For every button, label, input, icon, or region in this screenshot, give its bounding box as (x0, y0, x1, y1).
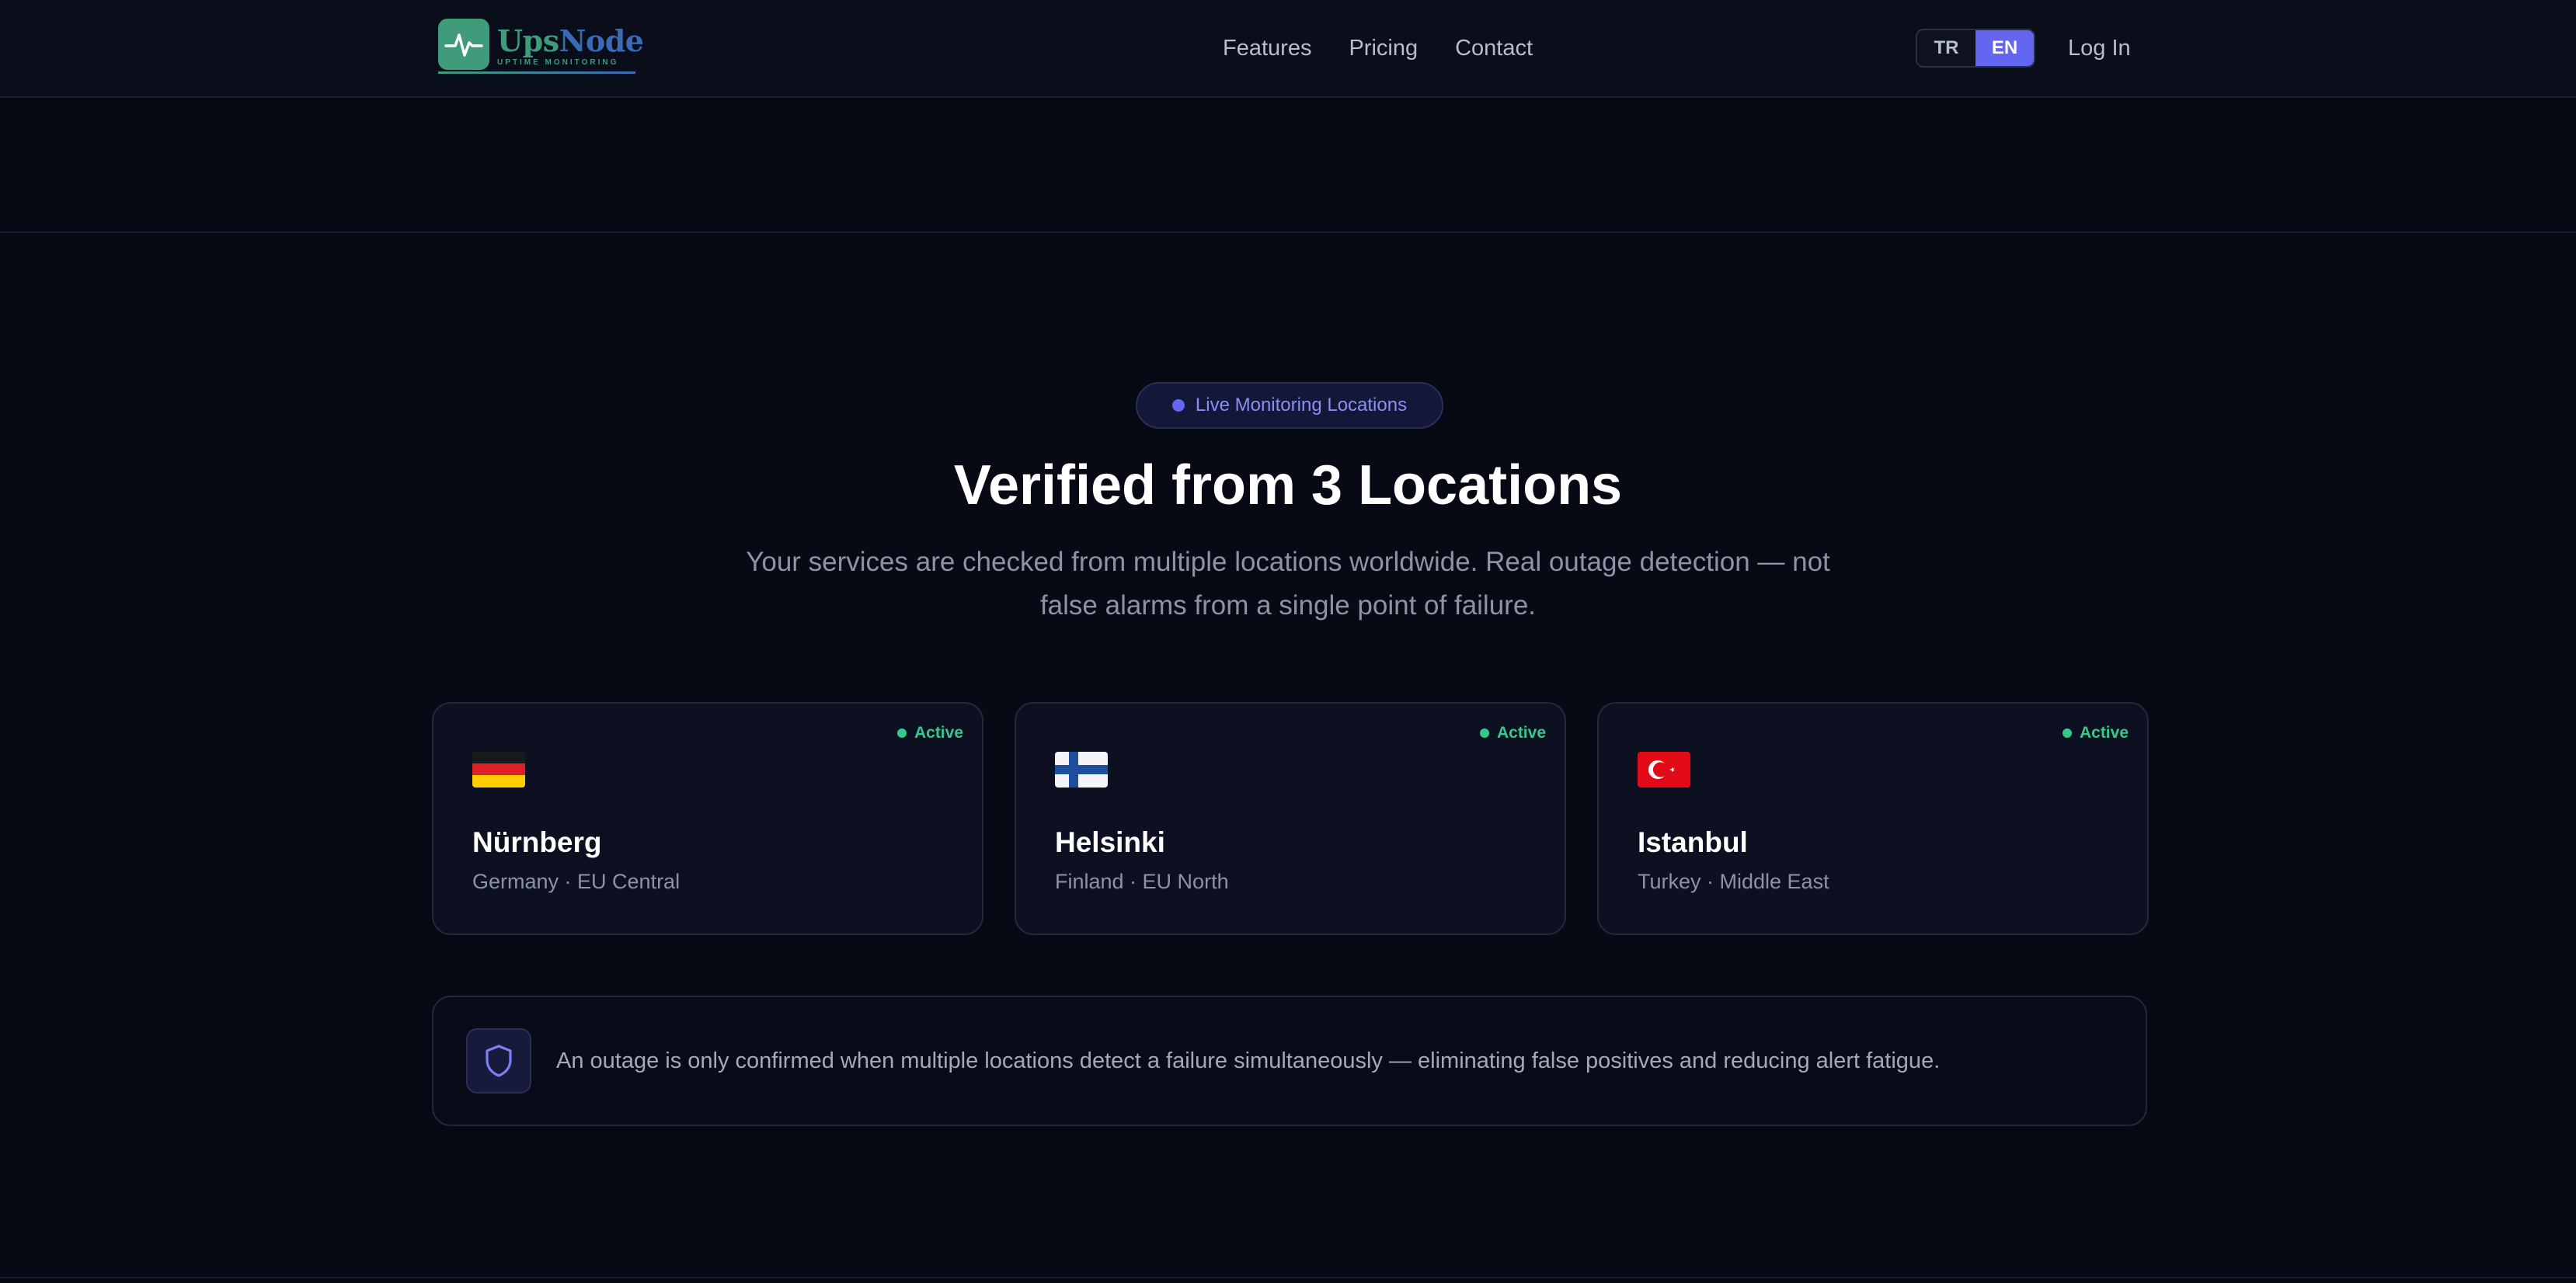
badge-dot-icon (1171, 399, 1185, 412)
lang-tr-button[interactable]: TR (1917, 30, 1976, 66)
status-label: Active (2079, 724, 2129, 742)
status-dot-icon (1479, 728, 1489, 738)
nav-features-link[interactable]: Features (1223, 36, 1311, 61)
pulse-icon (438, 19, 489, 70)
location-city: Nürnberg (472, 826, 602, 858)
germany-flag-icon (472, 752, 525, 788)
shield-icon (466, 1028, 531, 1094)
login-link[interactable]: Log In (2068, 31, 2131, 65)
upsnode-logo[interactable]: UpsNode UPTIME MONITORING (438, 14, 644, 75)
turkey-flag-icon (1638, 752, 1690, 788)
location-card-nurnberg: Active Nürnberg Germany · EU Central (432, 702, 983, 935)
badge-label: Live Monitoring Locations (1195, 395, 1408, 415)
status-label: Active (914, 724, 963, 742)
top-navbar: UpsNode UPTIME MONITORING Features Prici… (0, 0, 2576, 98)
location-region: Germany · EU Central (472, 870, 681, 893)
location-card-istanbul: Active Istanbul Turkey · Middle East (1597, 702, 2149, 935)
status-dot-icon (896, 728, 907, 738)
logo-underline (438, 71, 635, 74)
nav-pricing-link[interactable]: Pricing (1349, 36, 1418, 61)
location-city: Istanbul (1638, 826, 1748, 858)
language-switcher: TR EN (1916, 29, 2035, 68)
status-badge: Active (1479, 724, 1546, 742)
section-subtitle: Your services are checked from multiple … (746, 547, 1830, 621)
footer-divider (0, 1277, 2576, 1278)
logo-tagline: UPTIME MONITORING (497, 57, 619, 67)
main-nav: Features Pricing Contact (1223, 31, 1533, 65)
status-label: Active (1496, 724, 1546, 742)
logo-wordmark: UpsNode UPTIME MONITORING (497, 23, 644, 67)
nav-contact-link[interactable]: Contact (1455, 36, 1533, 61)
finland-flag-icon (1055, 752, 1108, 788)
logo-name: UpsNode (497, 23, 644, 58)
live-monitoring-badge: Live Monitoring Locations (1136, 382, 1443, 429)
location-city: Helsinki (1055, 826, 1165, 858)
location-region: Finland · EU North (1055, 870, 1229, 893)
location-card-helsinki: Active Helsinki Finland · EU North (1015, 702, 1566, 935)
status-badge: Active (896, 724, 963, 742)
lang-en-button[interactable]: EN (1976, 30, 2034, 66)
status-dot-icon (2062, 728, 2072, 738)
section-divider (0, 231, 2576, 233)
section-title: Verified from 3 Locations (953, 454, 1623, 516)
notice-text: An outage is only confirmed when multipl… (556, 1048, 1941, 1073)
status-badge: Active (2062, 724, 2129, 742)
outage-confirmation-notice: An outage is only confirmed when multipl… (432, 996, 2147, 1126)
location-region: Turkey · Middle East (1638, 870, 1829, 893)
